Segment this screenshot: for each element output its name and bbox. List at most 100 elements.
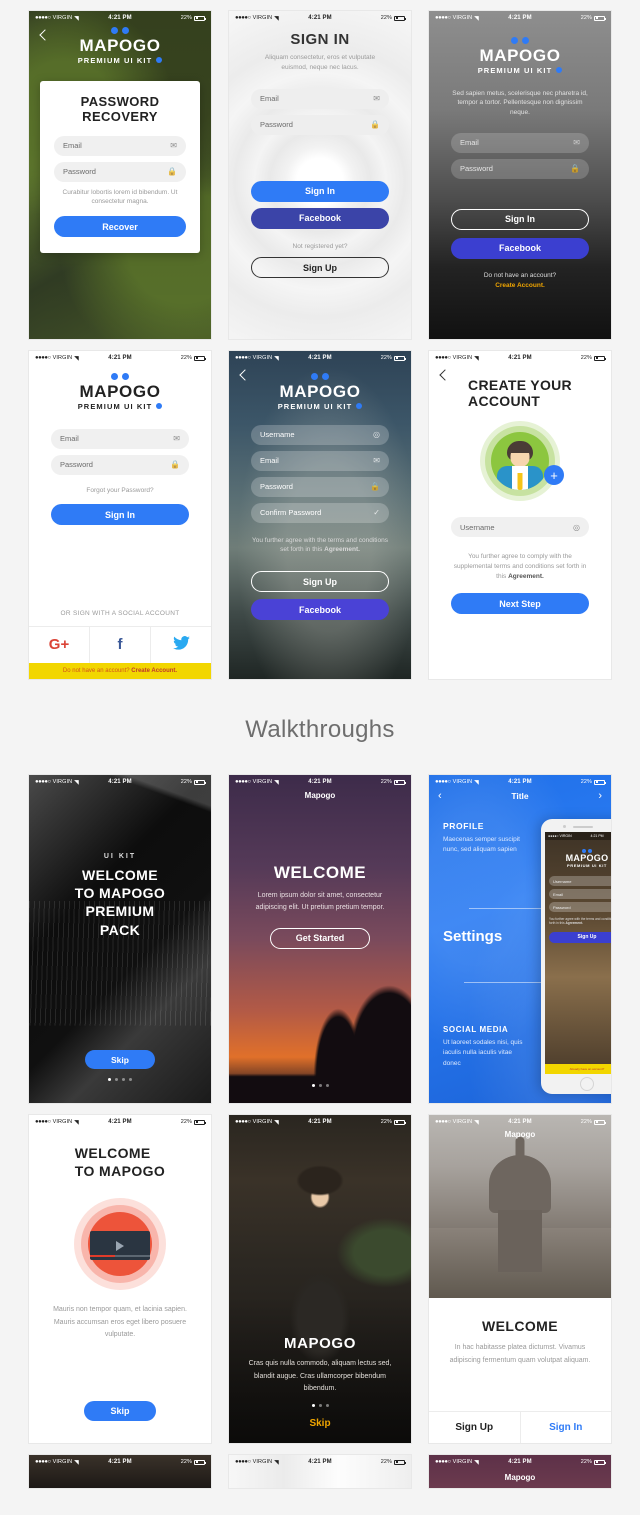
or-social-label: OR SIGN WITH A SOCIAL ACCOUNT (60, 610, 180, 618)
email-field[interactable]: Email ✉ (54, 135, 186, 156)
walkthrough-row-1: ●●●●○ VIRGIN ◥ 4:21 PM 22% UI KIT WELCOME … (0, 774, 640, 1104)
headline: WELCOME (482, 1318, 558, 1334)
screen-walkthrough-building[interactable]: ●●●●○ VIRGIN ◥ 4:21 PM 22% UI KIT WELCOME … (28, 774, 212, 1104)
email-field[interactable]: Email ✉ (251, 450, 389, 471)
partial-screen-purple[interactable]: ●●●●○ VIRGIN ◥ 4:21 PM 22% Mapogo (428, 1454, 612, 1489)
screen-walkthrough-blue[interactable]: ●●●●○ VIRGIN ◥ 4:21 PM 22% ‹ Title › PROFI… (428, 774, 612, 1104)
screen-walkthrough-dome[interactable]: ●●●●○ VIRGIN ◥ 4:21 PM 22% Mapogo WELCOME … (428, 1114, 612, 1444)
back-icon[interactable] (237, 369, 249, 381)
partial-screen-dark[interactable]: ●●●●○ VIRGIN ◥ 4:21 PM 22% (28, 1454, 212, 1489)
sign-in-button[interactable]: Sign In (519, 1412, 612, 1443)
screen-walkthrough-sunset[interactable]: ●●●●○ VIRGIN ◥ 4:21 PM 22% Mapogo WELCOME … (228, 774, 412, 1104)
screen-password-recovery[interactable]: ●●●●○ VIRGIN ◥ 4:21 PM 22% MAPOGO PREMIUM … (28, 10, 212, 340)
email-field[interactable]: Email ✉ (451, 132, 589, 153)
play-icon[interactable] (116, 1240, 124, 1251)
nav-title: Mapogo (504, 1130, 536, 1139)
logo-dots (311, 373, 329, 380)
password-field[interactable]: Password 🔒 (251, 476, 389, 497)
phone-mockup: ●●●●○ VIRGIN4:21 PM▬ MAPOGO PREMIUM UI K… (541, 819, 611, 1094)
headline: WELCOME (273, 863, 367, 882)
back-icon[interactable] (437, 369, 449, 381)
google-plus-icon[interactable]: G+ (29, 627, 89, 663)
logo-dots (511, 37, 529, 44)
clock-label: 4:21 PM (508, 779, 532, 785)
status-bar: ●●●●○ VIRGIN ◥ 4:21 PM 22% (29, 1115, 211, 1129)
status-bar: ●●●●○ VIRGIN ◥ 4:21 PM 22% (29, 11, 211, 25)
forgot-password-link[interactable]: Forgot your Password? (86, 486, 153, 496)
terms-text: You further agree with the terms and con… (251, 536, 389, 556)
page-dots[interactable] (229, 1084, 411, 1087)
page-dots[interactable] (247, 1404, 393, 1407)
email-field[interactable]: Email ✉ (51, 428, 189, 449)
sign-up-button[interactable]: Sign Up (251, 571, 389, 593)
screen-create-account[interactable]: ●●●●○ VIRGIN ◥ 4:21 PM 22% CREATE YOUR ACC… (428, 350, 612, 680)
agreement-link[interactable]: Agreement. (324, 546, 360, 553)
twitter-icon[interactable] (150, 627, 211, 663)
username-field[interactable]: Username ◎ (251, 424, 389, 445)
sign-up-button[interactable]: Sign Up (251, 257, 389, 279)
username-field[interactable]: Username ◎ (451, 517, 589, 538)
lock-icon: 🔒 (170, 460, 180, 470)
status-bar: ●●●●○ VIRGIN ◥ 4:21 PM 22% (229, 1115, 411, 1129)
partial-screen-white[interactable]: ●●●●○ VIRGIN ◥ 4:21 PM 22% (228, 1454, 412, 1489)
sign-in-button[interactable]: Sign In (51, 504, 189, 526)
recover-button[interactable]: Recover (54, 216, 186, 238)
clock-label: 4:21 PM (508, 1119, 532, 1125)
next-step-button[interactable]: Next Step (451, 593, 589, 615)
skip-button[interactable]: Skip (247, 1418, 393, 1429)
password-field[interactable]: Password 🔒 (251, 114, 389, 135)
create-account-bar[interactable]: Do not have an account? Create Account. (29, 663, 211, 679)
create-account-link[interactable]: Create Account. (131, 668, 177, 674)
facebook-button[interactable]: Facebook (251, 207, 389, 229)
battery-icon (594, 355, 606, 361)
screen-sign-in-dark[interactable]: ●●●●○ VIRGIN ◥ 4:21 PM 22% MAPOGO PREMIUM … (428, 10, 612, 340)
status-bar: ●●●●○ VIRGIN ◥ 4:21 PM 22% (229, 11, 411, 25)
get-started-button[interactable]: Get Started (270, 927, 370, 949)
headline-line3: PREMIUM (85, 903, 155, 920)
screen-sign-in-light[interactable]: ●●●●○ VIRGIN ◥ 4:21 PM 22% SIGN IN Aliquam… (228, 10, 412, 340)
screen-walkthrough-woman[interactable]: ●●●●○ VIRGIN ◥ 4:21 PM 22% MAPOGO Cras qui… (228, 1114, 412, 1444)
inset-email-field[interactable]: Email (549, 889, 611, 899)
prev-icon[interactable]: ‹ (438, 790, 442, 802)
body-text: In hac habitasse platea dictumst. Vivamu… (449, 1344, 591, 1364)
page-title: CREATE YOUR ACCOUNT (468, 377, 572, 409)
agreement-link[interactable]: Agreement. (508, 573, 544, 580)
headline: WELCOME TO MAPOGO PREMIUM PACK (75, 866, 165, 939)
confirm-password-field[interactable]: Confirm Password ✓ (251, 502, 389, 523)
status-bar: ●●●●○ VIRGIN ◥ 4:21 PM 22% (429, 775, 611, 789)
skip-button[interactable]: Skip (85, 1050, 155, 1069)
status-bar: ●●●●○ VIRGIN ◥ 4:21 PM 22% (429, 11, 611, 25)
section-profile-body: Maecenas semper suscipit nunc, sed aliqu… (443, 836, 520, 854)
password-field[interactable]: Password 🔒 (451, 158, 589, 179)
screen-sign-up-photo[interactable]: ●●●●○ VIRGIN ◥ 4:21 PM 22% MAPOGO PREMIUM … (228, 350, 412, 680)
create-account-link[interactable]: Create Account. (495, 281, 545, 291)
brand-name: MAPOGO (279, 382, 361, 401)
facebook-button[interactable]: Facebook (451, 237, 589, 259)
back-icon[interactable] (37, 29, 49, 41)
password-field[interactable]: Password 🔒 (54, 161, 186, 182)
signin-row-1: ●●●●○ VIRGIN ◥ 4:21 PM 22% MAPOGO PREMIUM … (0, 10, 640, 340)
sign-in-button[interactable]: Sign In (251, 180, 389, 202)
recovery-title-line2: RECOVERY (82, 108, 158, 124)
partial-row-bottom: ●●●●○ VIRGIN ◥ 4:21 PM 22% ●●●●○ VIRGIN ◥ 4:… (0, 1454, 640, 1489)
avatar[interactable]: + (480, 421, 564, 502)
facebook-button[interactable]: Facebook (251, 599, 389, 621)
inset-username-field[interactable]: Username (549, 876, 611, 886)
facebook-icon[interactable]: f (89, 627, 150, 663)
lock-icon: 🔒 (370, 482, 380, 492)
skip-button[interactable]: Skip (84, 1401, 156, 1421)
battery-icon (394, 1459, 406, 1465)
sign-up-button[interactable]: Sign Up (429, 1412, 520, 1443)
screen-walkthrough-video[interactable]: ●●●●○ VIRGIN ◥ 4:21 PM 22% WELCOME TO MAPO… (28, 1114, 212, 1444)
add-photo-button[interactable]: + (544, 465, 564, 486)
password-field[interactable]: Password 🔒 (51, 454, 189, 475)
email-field[interactable]: Email ✉ (251, 88, 389, 109)
video-illustration[interactable] (74, 1198, 166, 1290)
screen-sign-in-social[interactable]: ●●●●○ VIRGIN ◥ 4:21 PM 22% MAPOGO PREMIUM … (28, 350, 212, 680)
user-icon: ◎ (373, 430, 380, 440)
next-icon[interactable]: › (598, 790, 602, 802)
page-dots[interactable] (108, 1078, 132, 1081)
sign-in-button[interactable]: Sign In (451, 208, 589, 230)
inset-password-field[interactable]: Password (549, 902, 611, 912)
inset-signup-button[interactable]: Sign Up (549, 931, 611, 943)
